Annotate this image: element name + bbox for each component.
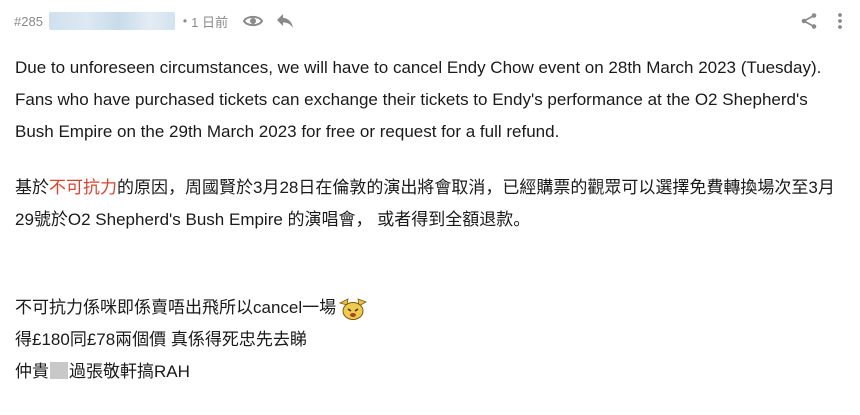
reply-line-2: 得£180同£78兩個價 真係得死忠先去睇 — [15, 330, 307, 349]
chinese-suffix: 的原因，周國賢於3月28日在倫敦的演出將會取消，已經購票的觀眾可以選擇免費轉換場… — [15, 178, 835, 229]
share-icon[interactable] — [798, 10, 820, 32]
quote-chinese-paragraph: 基於不可抗力的原因，周國賢於3月28日在倫敦的演出將會取消，已經購票的觀眾可以選… — [15, 172, 845, 236]
more-vertical-icon[interactable] — [834, 10, 846, 32]
sticker-emoji-icon — [338, 297, 368, 321]
header-actions — [798, 10, 846, 32]
post-time: 1 日前 — [191, 14, 228, 30]
eye-icon[interactable] — [242, 10, 264, 32]
censored-block — [50, 362, 68, 379]
username-redacted[interactable] — [48, 12, 175, 30]
post-number: #285 — [14, 13, 43, 29]
reply-line-3-end: 過張敬軒搞RAH — [69, 362, 190, 381]
post-container: #285 • 1 日前 Due to unforeseen circumstan… — [0, 0, 860, 415]
highlighted-text: 不可抗力 — [49, 178, 117, 197]
separator-dot: • — [182, 14, 188, 28]
chinese-prefix: 基於 — [15, 178, 49, 197]
reply-line-3-start: 仲貴 — [15, 362, 49, 381]
post-header: #285 • 1 日前 — [14, 8, 846, 34]
post-content: Due to unforeseen circumstances, we will… — [15, 52, 845, 388]
reply-line-1: 不可抗力係咪即係賣唔出飛所以cancel一場 — [15, 292, 845, 324]
reply-line-1-text: 不可抗力係咪即係賣唔出飛所以cancel一場 — [15, 298, 337, 317]
reply-line-3: 仲貴 過張敬軒搞RAH — [15, 356, 845, 388]
quote-english-paragraph: Due to unforeseen circumstances, we will… — [15, 58, 822, 141]
reply-arrow-icon[interactable] — [274, 10, 296, 32]
